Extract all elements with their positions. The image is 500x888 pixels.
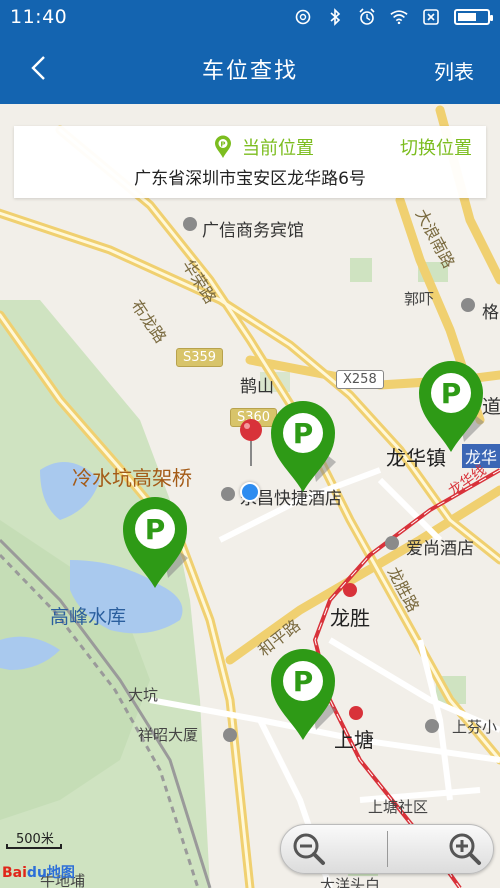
- svg-text:P: P: [441, 377, 462, 410]
- zoom-out-icon: [293, 833, 325, 865]
- status-time: 11:40: [10, 6, 68, 28]
- road-shield-x258: X258: [336, 370, 384, 389]
- location-info-card: P 当前位置 切换位置 广东省深圳市宝安区龙华路6号: [14, 126, 486, 198]
- map-pin-icon: [240, 419, 262, 466]
- map-label-ge: 格: [482, 303, 499, 323]
- parking-marker[interactable]: P: [120, 496, 190, 591]
- status-icons: [294, 8, 493, 26]
- location-pin-icon: P: [215, 135, 231, 158]
- chevron-left-icon: [31, 56, 45, 80]
- map-label-queshan: 鹊山: [240, 377, 274, 397]
- parking-marker-icon: P: [419, 361, 484, 452]
- svg-text:P: P: [293, 417, 314, 450]
- current-location-dot: [240, 482, 260, 502]
- map-label-shangtang: 上塘: [334, 728, 374, 752]
- zoom-out-button[interactable]: [281, 825, 387, 873]
- parking-marker-icon: P: [271, 649, 336, 740]
- sync-icon: [294, 8, 312, 26]
- map-label-longsheng: 龙胜: [330, 606, 370, 630]
- parking-marker-icon: P: [123, 497, 188, 588]
- current-location: P 当前位置: [214, 134, 314, 160]
- alarm-icon: [358, 8, 376, 26]
- map-label-dakeng: 大坑: [128, 686, 159, 704]
- zoom-control: [280, 824, 494, 874]
- road-shield-s359: S359: [176, 348, 224, 367]
- svg-text:P: P: [145, 513, 166, 546]
- back-button[interactable]: [22, 52, 54, 84]
- parking-marker[interactable]: P: [416, 360, 486, 455]
- status-bar: 11:40: [0, 0, 500, 34]
- map-label-bottom-mid: 大洋头白: [320, 876, 381, 888]
- location-row: P 当前位置 切换位置: [14, 134, 486, 160]
- baidu-map-logo: Baidu地图: [2, 865, 75, 881]
- parking-marker[interactable]: P: [268, 400, 338, 495]
- current-location-label: 当前位置: [242, 138, 314, 159]
- address-text: 广东省深圳市宝安区龙华路6号: [134, 169, 366, 189]
- parking-marker-icon: P: [271, 401, 336, 492]
- svg-text:P: P: [220, 141, 225, 149]
- map-label-gaofeng-reservoir: 高峰水库: [50, 606, 127, 628]
- page-title: 车位查找: [201, 59, 298, 84]
- map-label-hotel-guangxin: 广信商务宾馆: [202, 221, 304, 241]
- map-label-gexia: 郭吓: [404, 290, 435, 308]
- list-button[interactable]: 列表: [434, 56, 474, 85]
- scale-bar: [6, 844, 62, 849]
- map-label-shangfen: 上芬小: [452, 718, 498, 736]
- bluetooth-icon: [326, 8, 344, 26]
- zoom-in-icon: [449, 833, 481, 865]
- battery-icon: [454, 9, 493, 25]
- map-label-shangtang-community: 上塘社区: [368, 798, 429, 816]
- selected-location-pin[interactable]: [238, 418, 264, 468]
- switch-location-button[interactable]: 切换位置: [400, 134, 472, 160]
- map-label-hotel-aishang: 爱尚酒店: [406, 539, 474, 559]
- parking-marker[interactable]: P: [268, 648, 338, 743]
- no-sim-icon: [422, 8, 440, 26]
- map-scale: 500米: [4, 828, 64, 849]
- map-label-xiangzhao: 祥昭大厦: [138, 726, 199, 744]
- wifi-icon: [390, 8, 408, 26]
- app-header: 车位查找 列表: [0, 34, 500, 104]
- svg-text:P: P: [293, 665, 314, 698]
- map-label-lengshuikeng: 冷水坑高架桥: [72, 466, 192, 490]
- zoom-in-button[interactable]: [388, 825, 494, 873]
